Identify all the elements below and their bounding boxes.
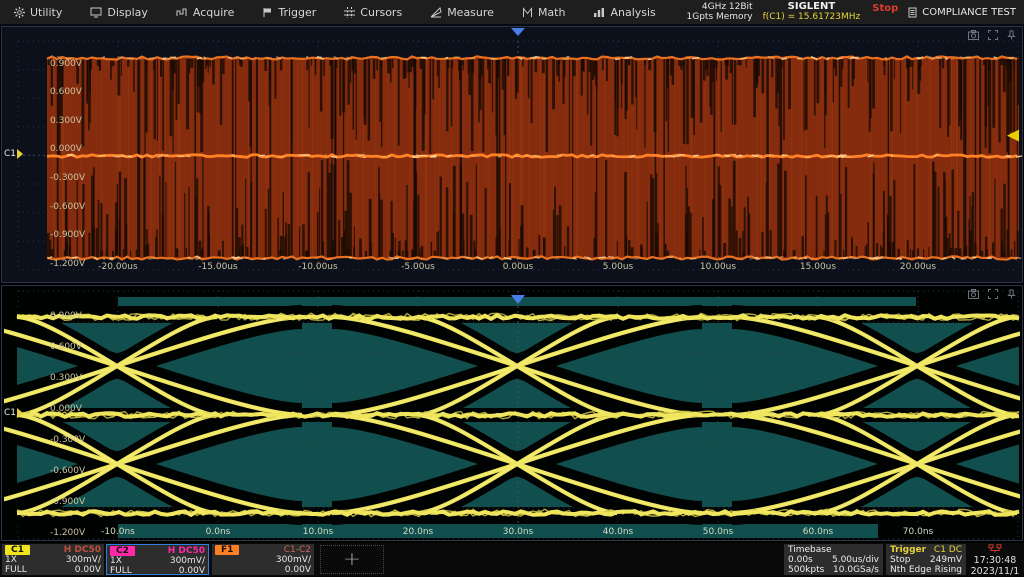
flag-icon — [262, 7, 273, 18]
bandwidth-limit: FULL — [110, 566, 132, 576]
bandwidth-limit: FULL — [5, 565, 27, 575]
acquisition-info: 4GHz 12Bit 1Gpts Memory — [687, 2, 753, 22]
memory-label: 1Gpts Memory — [687, 12, 753, 22]
cursors-icon — [344, 7, 355, 18]
probe-atten: 1X — [110, 556, 122, 566]
menu-item-measure[interactable]: Measure — [416, 0, 508, 24]
math-icon — [522, 7, 533, 18]
timebase-box[interactable]: Timebase 0.00s 5.00us/div 500kpts 10.0GSa/… — [784, 544, 883, 575]
trigger-type: Nth Edge — [890, 565, 931, 575]
channel-marker-label: C1 — [4, 408, 16, 418]
waveform-grid-eye[interactable]: C1 0.900V0.600V0.300V0.000V-0.300V-0.600… — [1, 285, 1023, 541]
status-bar: C1 H DC50 1X 300mV/ FULL 0.00V C2 H DC50 1… — [0, 543, 1024, 576]
acquisition-status[interactable]: Stop — [872, 3, 898, 14]
volt-scale: 300mV/ — [170, 556, 205, 566]
waveform-grid-main[interactable]: C1 0.900V0.600V0.300V0.000V-0.300V-0.600… — [1, 26, 1023, 283]
camera-icon[interactable] — [968, 289, 979, 299]
trigger-position-marker[interactable] — [511, 28, 525, 36]
brand-label: SIGLENT — [763, 2, 861, 12]
bandwidth-label: 4GHz 12Bit — [687, 2, 753, 12]
volt-offset: 0.00V — [179, 566, 205, 576]
brand-block: SIGLENT f(C1) = 15.61723MHz — [763, 2, 861, 22]
math-id-badge: F1 — [215, 545, 239, 555]
gear-icon — [14, 7, 25, 18]
channel-marker-label: C1 — [4, 149, 16, 159]
timebase-title: Timebase — [788, 545, 831, 555]
trigger-status: Stop — [890, 555, 910, 565]
measure-icon — [430, 7, 442, 18]
channel-box-c2[interactable]: C2 H DC50 1X 300mV/ FULL 0.00V — [106, 544, 209, 575]
time-label: 17:30:48 — [968, 555, 1022, 566]
sample-rate: 10.0GSa/s — [833, 565, 879, 575]
channel-c1-offset-marker-eye[interactable]: C1 — [4, 408, 23, 418]
menu-bar: Utility Display Acquire Trigger Cursors … — [0, 0, 1024, 26]
mask-bottom-bar — [118, 524, 878, 538]
trigger-source: C1 DC — [934, 545, 962, 555]
menu-item-analysis[interactable]: Analysis — [579, 0, 669, 24]
menu-item-trigger[interactable]: Trigger — [248, 0, 330, 24]
clipboard-icon — [908, 7, 917, 18]
timebase-delay: 0.00s — [788, 555, 813, 565]
display-icon — [90, 7, 102, 18]
memory-points: 500kpts — [788, 565, 824, 575]
camera-icon[interactable] — [968, 30, 979, 40]
channel-box-c1[interactable]: C1 H DC50 1X 300mV/ FULL 0.00V — [2, 544, 104, 575]
channel-box-f1[interactable]: F1 C1-C2 300mV/ 0.00V — [212, 544, 314, 575]
volt-offset: 0.00V — [75, 565, 101, 575]
menu-item-math[interactable]: Math — [508, 0, 580, 24]
menu-label: Display — [107, 6, 148, 19]
trigger-box[interactable]: Trigger C1 DC Stop 249mV Nth Edge Rising — [886, 544, 966, 575]
menu-label: Cursors — [360, 6, 402, 19]
channel-coupling: H DC50 — [64, 545, 101, 555]
menu-label: Trigger — [278, 6, 316, 19]
date-label: 2023/11/1 — [968, 566, 1022, 577]
channel-marker-arrow-icon — [17, 149, 23, 159]
trigger-title: Trigger — [890, 545, 926, 555]
math-expression: C1-C2 — [284, 545, 311, 555]
network-icon — [988, 544, 1002, 553]
channel-coupling: H DC50 — [168, 546, 205, 556]
trigger-slope: Rising — [935, 565, 962, 575]
menu-label: Measure — [447, 6, 494, 19]
trigger-level: 249mV — [930, 555, 962, 565]
menu-label: Utility — [30, 6, 62, 19]
menu-label: Math — [538, 6, 566, 19]
plus-icon: + — [343, 551, 361, 568]
fullscreen-icon[interactable] — [988, 30, 998, 40]
compliance-test-button[interactable]: COMPLIANCE TEST — [908, 7, 1016, 18]
main-waveform-plot[interactable] — [2, 27, 1022, 282]
menu-label: Acquire — [193, 6, 234, 19]
analysis-icon — [593, 7, 605, 18]
frequency-counter: f(C1) = 15.61723MHz — [763, 12, 861, 22]
chart-corner-toolbar — [968, 289, 1016, 299]
pin-icon[interactable] — [1007, 289, 1016, 299]
pin-icon[interactable] — [1007, 30, 1016, 40]
eye-diagram-plot[interactable] — [2, 286, 1022, 540]
fullscreen-icon[interactable] — [988, 289, 998, 299]
chart-corner-toolbar — [968, 30, 1016, 40]
add-channel-button[interactable]: + — [320, 545, 384, 574]
channel-id-badge: C2 — [110, 546, 135, 556]
volt-offset: 0.00V — [285, 565, 311, 575]
menu-label: Analysis — [610, 6, 655, 19]
compliance-test-label: COMPLIANCE TEST — [922, 7, 1016, 18]
channel-c1-offset-marker[interactable]: C1 — [4, 149, 23, 159]
probe-atten: 1X — [5, 555, 17, 565]
menu-item-acquire[interactable]: Acquire — [162, 0, 248, 24]
acquire-icon — [176, 7, 188, 18]
volt-scale: 300mV/ — [276, 555, 311, 565]
timebase-scale: 5.00us/div — [832, 555, 879, 565]
volt-scale: 300mV/ — [66, 555, 101, 565]
menu-item-display[interactable]: Display — [76, 0, 162, 24]
channel-marker-arrow-icon — [17, 408, 23, 418]
menu-item-cursors[interactable]: Cursors — [330, 0, 416, 24]
channel-id-badge: C1 — [5, 545, 30, 555]
menu-item-utility[interactable]: Utility — [0, 0, 76, 24]
clock-block[interactable]: 17:30:48 2023/11/1 — [968, 544, 1022, 577]
